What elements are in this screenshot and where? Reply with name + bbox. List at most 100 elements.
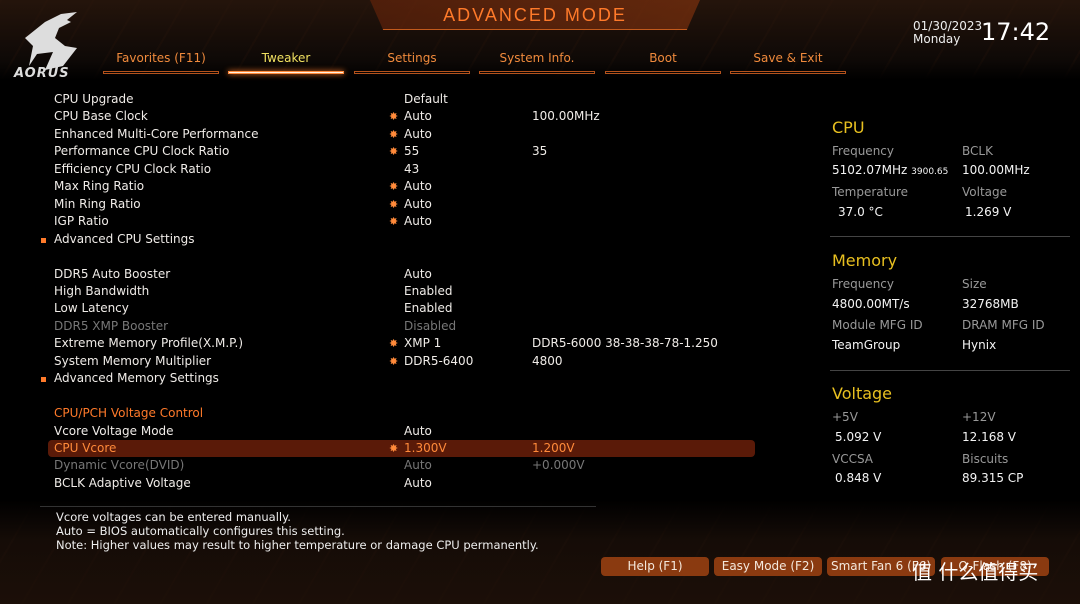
setting-value[interactable]: 1.300V: [404, 440, 447, 457]
setting-name: Vcore Voltage Mode: [54, 423, 174, 438]
setting-row[interactable]: Efficiency CPU Clock Ratio 43: [48, 161, 755, 178]
submenu-bullet-icon: [41, 237, 46, 243]
tab-underline: [354, 71, 470, 74]
cpu-heading: CPU: [832, 118, 865, 137]
tab-label: Boot: [649, 51, 677, 65]
cpu-frequency-label: Frequency: [832, 144, 894, 158]
memory-size-label: Size: [962, 277, 987, 291]
setting-name: BCLK Adaptive Voltage: [54, 475, 191, 490]
setting-name: Performance CPU Clock Ratio: [54, 144, 230, 159]
modified-star-icon: ✸: [389, 442, 399, 455]
tab-system-info[interactable]: System Info.: [479, 51, 595, 74]
help-button[interactable]: Help (F1): [601, 557, 709, 576]
setting-row[interactable]: Enhanced Multi-Core Performance ✸ Auto: [48, 126, 755, 143]
submenu-item[interactable]: Advanced Memory Settings: [41, 370, 755, 387]
setting-name: Max Ring Ratio: [54, 179, 145, 194]
cpu-voltage-label: Voltage: [962, 185, 1008, 199]
bclk-label: BCLK: [962, 144, 993, 158]
setting-value[interactable]: Auto: [404, 126, 432, 143]
tab-underline: [479, 71, 595, 74]
setting-value[interactable]: Disabled: [404, 318, 456, 335]
setting-row[interactable]: High Bandwidth Enabled: [48, 283, 755, 300]
setting-name: Low Latency: [54, 301, 129, 316]
setting-name: Dynamic Vcore(DVID): [54, 458, 185, 473]
temperature-label: Temperature: [832, 185, 909, 199]
cpu-frequency-sub: 3900.65: [911, 167, 949, 177]
setting-value[interactable]: Auto: [404, 178, 432, 195]
biscuits-value: 89.315 CP: [962, 471, 1024, 485]
setting-row[interactable]: DDR5 XMP Booster Disabled: [48, 318, 755, 335]
setting-value[interactable]: Enabled: [404, 283, 453, 300]
setting-value[interactable]: 55: [404, 143, 419, 160]
12v-label: +12V: [962, 410, 996, 424]
setting-name: Efficiency CPU Clock Ratio: [54, 161, 212, 176]
setting-current-value: 35: [532, 144, 548, 159]
setting-row[interactable]: Vcore Voltage Mode Auto: [48, 423, 755, 440]
setting-name: DDR5 XMP Booster: [54, 318, 169, 333]
setting-row[interactable]: Dynamic Vcore(DVID) Auto +0.000V: [48, 457, 755, 474]
setting-value[interactable]: DDR5-6400: [404, 353, 473, 370]
setting-value[interactable]: Default: [404, 91, 448, 108]
setting-name: DDR5 Auto Booster: [54, 266, 171, 281]
setting-value[interactable]: Enabled: [404, 300, 453, 317]
modified-star-icon: ✸: [389, 215, 399, 229]
easy-mode-button[interactable]: Easy Mode (F2): [714, 557, 822, 576]
setting-value[interactable]: Auto: [404, 266, 432, 283]
setting-current-value: 4800: [532, 353, 563, 368]
module-mfg-value: TeamGroup: [832, 338, 901, 352]
submenu-item[interactable]: Advanced CPU Settings: [41, 231, 755, 248]
setting-value[interactable]: XMP 1: [404, 335, 441, 352]
tab-underline: [228, 71, 344, 74]
setting-value[interactable]: Auto: [404, 213, 432, 230]
setting-current-value: DDR5-6000 38-38-38-78-1.250: [532, 336, 718, 351]
tab-settings[interactable]: Settings: [354, 51, 470, 74]
page-title: ADVANCED MODE: [443, 5, 627, 25]
setting-row[interactable]: DDR5 Auto Booster Auto: [48, 266, 755, 283]
12v-value: 12.168 V: [962, 430, 1017, 444]
setting-name: Enhanced Multi-Core Performance: [54, 126, 259, 141]
setting-row[interactable]: CPU Base Clock ✸ Auto 100.00MHz: [48, 108, 755, 125]
setting-row[interactable]: System Memory Multiplier ✸ DDR5-6400 4800: [48, 353, 755, 370]
setting-row[interactable]: CPU Vcore ✸ 1.300V 1.200V: [48, 440, 755, 457]
setting-value[interactable]: Auto: [404, 475, 432, 492]
panel-separator: [830, 370, 1070, 371]
help-line: Vcore voltages can be entered manually.: [56, 510, 291, 524]
setting-row[interactable]: CPU Upgrade Default: [48, 91, 755, 108]
tab-underline: [730, 71, 846, 74]
setting-row[interactable]: BCLK Adaptive Voltage Auto: [48, 475, 755, 492]
5v-value: 5.092 V: [835, 430, 882, 444]
tab-underline: [103, 71, 219, 74]
setting-row[interactable]: Min Ring Ratio ✸ Auto: [48, 196, 755, 213]
modified-star-icon: ✸: [389, 197, 399, 211]
setting-value[interactable]: Auto: [404, 196, 432, 213]
setting-row[interactable]: Extreme Memory Profile(X.M.P.) ✸ XMP 1 DDR5…: [48, 335, 755, 352]
setting-name: CPU Upgrade: [54, 92, 134, 106]
modified-star-icon: ✸: [389, 337, 399, 351]
setting-name: Min Ring Ratio: [54, 196, 141, 211]
setting-value[interactable]: Auto: [404, 457, 432, 474]
setting-name: CPU Vcore: [54, 441, 117, 455]
setting-row[interactable]: Low Latency Enabled: [48, 300, 755, 317]
tab-tweaker[interactable]: Tweaker: [228, 51, 344, 74]
help-line: Note: Higher values may result to higher…: [56, 538, 539, 552]
aorus-logo-text: AORUS: [14, 66, 70, 81]
setting-name: Extreme Memory Profile(X.M.P.): [54, 336, 244, 351]
setting-row[interactable]: Performance CPU Clock Ratio ✸ 55 35: [48, 143, 755, 160]
setting-value[interactable]: Auto: [404, 108, 432, 125]
date-display: 01/30/2023 Monday: [913, 20, 982, 46]
bclk-value: 100.00MHz: [962, 163, 1030, 177]
vccsa-label: VCCSA: [832, 452, 874, 466]
tab-label: Tweaker: [261, 51, 311, 65]
tab-boot[interactable]: Boot: [605, 51, 721, 74]
modified-star-icon: ✸: [389, 110, 399, 124]
setting-value[interactable]: 43: [404, 161, 419, 178]
memory-size-value: 32768MB: [962, 297, 1019, 311]
setting-name: Advanced CPU Settings: [54, 231, 195, 246]
setting-row[interactable]: Max Ring Ratio ✸ Auto: [48, 178, 755, 195]
tab-favorites-f11[interactable]: Favorites (F11): [103, 51, 219, 74]
tab-save-exit[interactable]: Save & Exit: [730, 51, 846, 74]
setting-row[interactable]: IGP Ratio ✸ Auto: [48, 213, 755, 230]
tab-underline: [605, 71, 721, 74]
cpu-frequency-value: 5102.07MHz: [832, 163, 908, 177]
setting-value[interactable]: Auto: [404, 423, 432, 440]
